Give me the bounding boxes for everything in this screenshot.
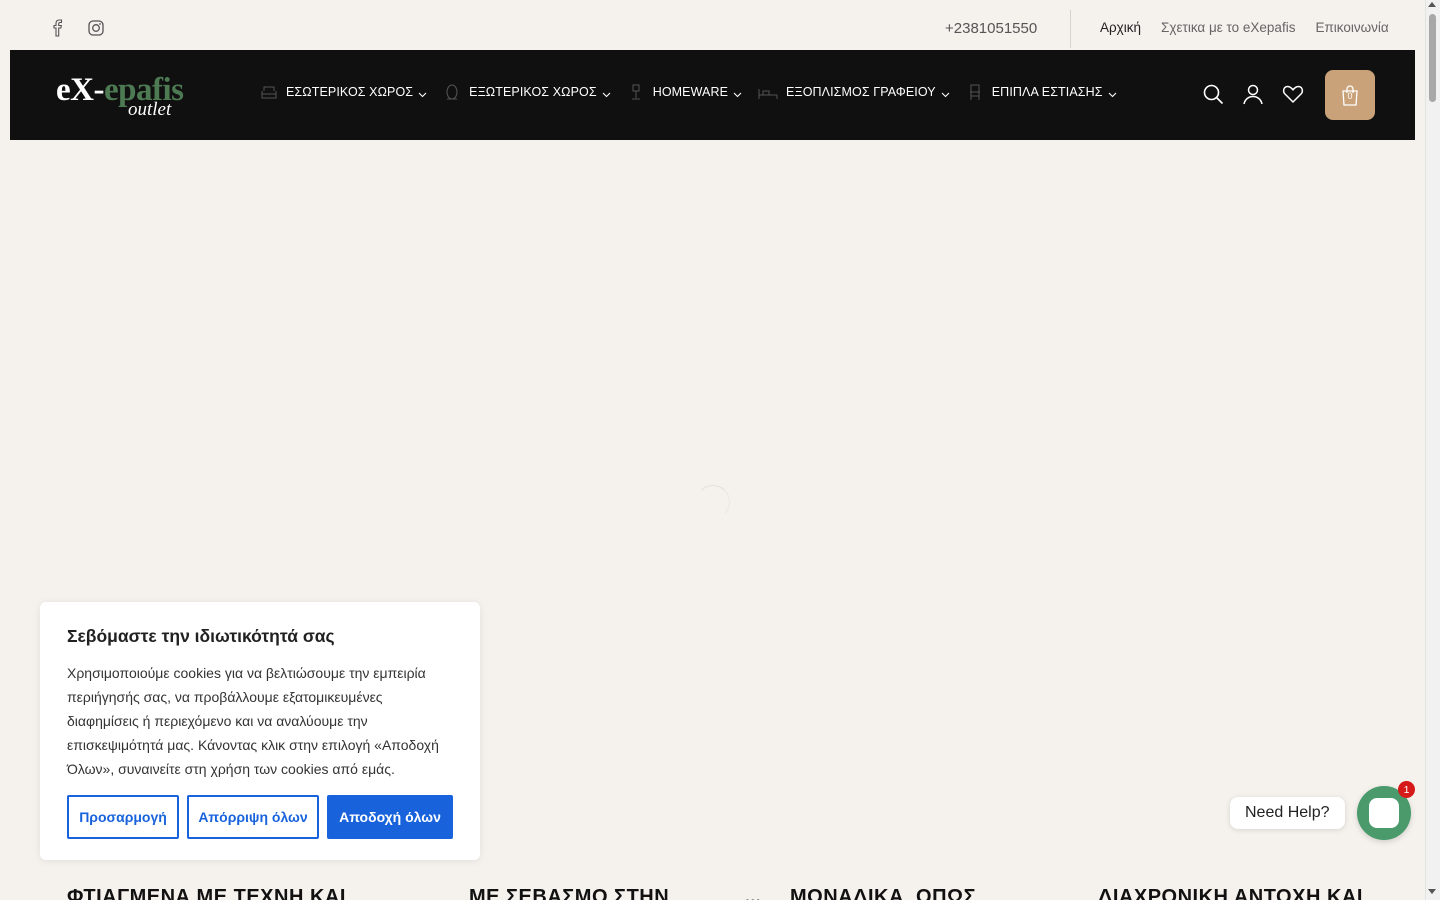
cookie-title: Σεβόμαστε την ιδιωτικότητά σας: [67, 626, 335, 646]
scroll-down-arrow-icon[interactable]: [1428, 889, 1436, 894]
social-links: [48, 18, 106, 38]
sofa-icon: [260, 83, 278, 101]
customize-button[interactable]: Προσαρμογή: [67, 795, 179, 839]
chat-icon: [1369, 798, 1399, 828]
nav-item-dining[interactable]: ΕΠΙΠΛΑ ΕΣΤΙΑΣΗΣ: [966, 83, 1117, 101]
chevron-down-icon: [418, 88, 427, 97]
chevron-down-icon: [941, 88, 950, 97]
nav-label: HOMEWARE: [652, 85, 729, 99]
feature-icon: •••: [745, 893, 761, 900]
top-link-about[interactable]: Σχετικα με το eXepafis: [1161, 20, 1295, 35]
top-link-home[interactable]: Αρχική: [1100, 20, 1141, 35]
site-logo[interactable]: eX-epafis outlet: [56, 72, 196, 120]
logo-text-ex: eX-: [56, 72, 104, 108]
divider: [1070, 10, 1071, 48]
cart-count: 0: [1347, 91, 1353, 101]
feature-heading: ΜΕ ΣΕΒΑΣΜΟ ΣΤΗΝ: [469, 886, 670, 900]
header-actions: [1202, 83, 1304, 105]
chair-icon: [966, 83, 984, 101]
accept-all-button[interactable]: Αποδοχή όλων: [327, 795, 453, 839]
chat-notification-badge: 1: [1398, 781, 1415, 798]
chevron-down-icon: [733, 88, 742, 97]
main-header: eX-epafis outlet ΕΣΩΤΕΡΙΚΟΣ ΧΩΡΟΣ ΕΞΩΤΕΡ…: [10, 50, 1415, 140]
nav-label: ΕΞΩΤΕΡΙΚΟΣ ΧΩΡΟΣ: [469, 85, 597, 99]
instagram-icon[interactable]: [86, 18, 106, 38]
scrollbar[interactable]: [1425, 0, 1440, 900]
search-icon[interactable]: [1202, 83, 1224, 105]
top-links: Αρχική Σχετικα με το eXepafis Επικοινωνί…: [1100, 20, 1389, 35]
nav-item-exterior[interactable]: ΕΞΩΤΕΡΙΚΟΣ ΧΩΡΟΣ: [443, 83, 611, 101]
logo-text-outlet: outlet: [128, 99, 172, 120]
cookie-text: Χρησιμοποιούμε cookies για να βελτιώσουμ…: [67, 665, 439, 777]
main-nav: ΕΣΩΤΕΡΙΚΟΣ ΧΩΡΟΣ ΕΞΩΤΕΡΙΚΟΣ ΧΩΡΟΣ HOMEWA…: [260, 83, 1133, 101]
reject-all-button[interactable]: Απόρριψη όλων: [187, 795, 319, 839]
nav-item-office[interactable]: ΕΞΟΠΛΙΣΜΟΣ ΓΡΑΦΕΙΟΥ: [758, 83, 950, 101]
feature-heading: ΜΟΝΑΔΙΚΑ, ΟΠΩΣ: [790, 886, 977, 900]
scroll-up-arrow-icon[interactable]: [1428, 2, 1436, 7]
cookie-consent-banner: Σεβόμαστε την ιδιωτικότητά σας Χρησιμοπο…: [40, 602, 480, 860]
wishlist-icon[interactable]: [1282, 83, 1304, 105]
cookie-buttons: Προσαρμογή Απόρριψη όλων Αποδοχή όλων: [67, 795, 453, 839]
nav-label: ΕΠΙΠΛΑ ΕΣΤΙΑΣΗΣ: [991, 85, 1103, 99]
top-bar: +2381051550 Αρχική Σχετικα με το eXepafi…: [0, 0, 1425, 50]
desk-icon: [758, 83, 778, 101]
cart-button[interactable]: 0: [1325, 70, 1375, 120]
nav-item-interior[interactable]: ΕΣΩΤΕΡΙΚΟΣ ΧΩΡΟΣ: [260, 83, 427, 101]
nav-label: ΕΞΟΠΛΙΣΜΟΣ ΓΡΑΦΕΙΟΥ: [786, 85, 936, 99]
nav-item-homeware[interactable]: HOMEWARE: [627, 83, 742, 101]
lamp-icon: [627, 83, 645, 101]
chevron-down-icon: [602, 88, 611, 97]
facebook-icon[interactable]: [48, 18, 68, 38]
feature-heading: ΔΙΑΧΡΟΝΙΚΗ ΑΝΤΟΧΗ ΚΑΙ: [1098, 886, 1363, 900]
chat-help-label[interactable]: Need Help?: [1230, 797, 1345, 829]
scrollbar-thumb[interactable]: [1429, 14, 1436, 102]
phone-number[interactable]: +2381051550: [945, 20, 1037, 37]
nav-label: ΕΣΩΤΕΡΙΚΟΣ ΧΩΡΟΣ: [286, 85, 414, 99]
loading-spinner: [696, 485, 730, 519]
account-icon[interactable]: [1242, 83, 1264, 105]
feature-heading: ΦΤΙΑΓΜΕΝΑ ΜΕ ΤΕΧΝΗ ΚΑΙ: [67, 886, 346, 900]
garden-chair-icon: [443, 83, 461, 101]
top-link-contact[interactable]: Επικοινωνία: [1315, 20, 1388, 35]
chevron-down-icon: [1108, 88, 1117, 97]
